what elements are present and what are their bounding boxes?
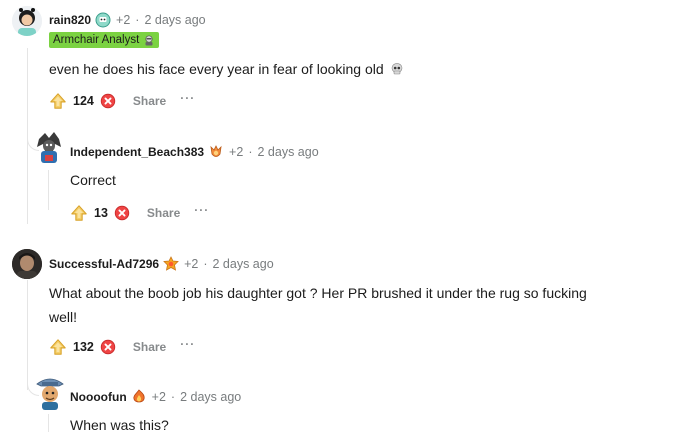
meta-separator: · [135, 13, 140, 27]
achievement-badge-icon [133, 389, 145, 403]
comment-actions: 132 Share ··· [49, 337, 195, 357]
avatar[interactable] [12, 249, 42, 279]
comment-text: When was this? [70, 417, 169, 432]
upvote-icon[interactable] [70, 204, 88, 222]
achievement-badge-icon [210, 145, 222, 157]
username-link[interactable]: Successful-Ad7296 [49, 257, 159, 271]
timestamp[interactable]: 2 days ago [213, 257, 274, 271]
user-avatar-icon [12, 249, 42, 279]
avatar[interactable] [33, 374, 67, 410]
karma-count: +2 [151, 390, 166, 404]
comment-meta: Noooofun +2 · 2 days ago [70, 388, 241, 406]
timestamp[interactable]: 2 days ago [257, 145, 318, 159]
vote-count: 124 [73, 94, 94, 108]
vote-count: 132 [73, 340, 94, 354]
upvote-icon[interactable] [49, 338, 67, 356]
user-avatar-icon [37, 132, 61, 163]
avatar[interactable] [12, 6, 42, 36]
timestamp[interactable]: 2 days ago [144, 13, 205, 27]
thread-line-reply-1[interactable] [48, 170, 49, 210]
share-button[interactable]: Share [133, 94, 166, 108]
downvote-icon[interactable] [100, 93, 116, 109]
more-options-button[interactable]: ··· [180, 337, 195, 351]
more-options-button[interactable]: ··· [194, 203, 209, 217]
username-link[interactable]: Independent_Beach383 [70, 145, 204, 159]
karma-count: +2 [229, 145, 244, 159]
flair-text: Armchair Analyst [53, 34, 140, 46]
timestamp[interactable]: 2 days ago [180, 390, 241, 404]
comment-body: even he does his face every year in fear… [49, 57, 404, 81]
meta-separator: · [203, 257, 208, 271]
skull-emoji [391, 63, 402, 75]
user-avatar-icon [36, 378, 64, 410]
comment-body: When was this? [70, 413, 169, 432]
karma-count: +2 [116, 13, 131, 27]
comment-body: What about the boob job his daughter got… [49, 281, 689, 329]
achievement-badge-icon [163, 256, 179, 271]
comment-meta: rain820 +2 · 2 days ago [49, 11, 206, 29]
thread-line-reply-3[interactable] [48, 414, 49, 432]
comment-meta: Independent_Beach383 +2 · 2 days ago [70, 143, 319, 161]
achievement-badge-icon [95, 12, 111, 28]
comment-text-line: well! [49, 309, 78, 325]
comment-text-line: What about the boob job his daughter got… [49, 285, 587, 301]
avatar[interactable] [33, 131, 65, 165]
comment-text: Correct [70, 172, 116, 188]
thread-line-comment-3[interactable] [27, 280, 28, 390]
meta-separator: · [170, 390, 176, 404]
vote-count: 13 [94, 206, 108, 220]
comment-body: Correct [70, 168, 116, 192]
karma-count: +2 [184, 257, 199, 271]
analyst-emoji-icon [145, 35, 153, 46]
username-link[interactable]: rain820 [49, 13, 91, 27]
user-flair: Armchair Analyst [49, 32, 160, 48]
downvote-icon[interactable] [100, 339, 116, 355]
comment-text: even he does his face every year in fear… [49, 61, 384, 77]
upvote-icon[interactable] [49, 92, 67, 110]
comment-actions: 124 Share ··· [49, 91, 195, 111]
more-options-button[interactable]: ··· [180, 91, 195, 105]
username-link[interactable]: Noooofun [70, 390, 127, 404]
meta-separator: · [248, 145, 253, 159]
share-button[interactable]: Share [147, 206, 180, 220]
user-avatar-icon [12, 6, 42, 36]
downvote-icon[interactable] [114, 205, 130, 221]
comment-actions: 13 Share ··· [70, 203, 209, 223]
share-button[interactable]: Share [133, 340, 166, 354]
comment-meta: Successful-Ad7296 +2 · 2 days ago [49, 255, 274, 273]
thread-line-comment-1[interactable] [27, 48, 28, 224]
